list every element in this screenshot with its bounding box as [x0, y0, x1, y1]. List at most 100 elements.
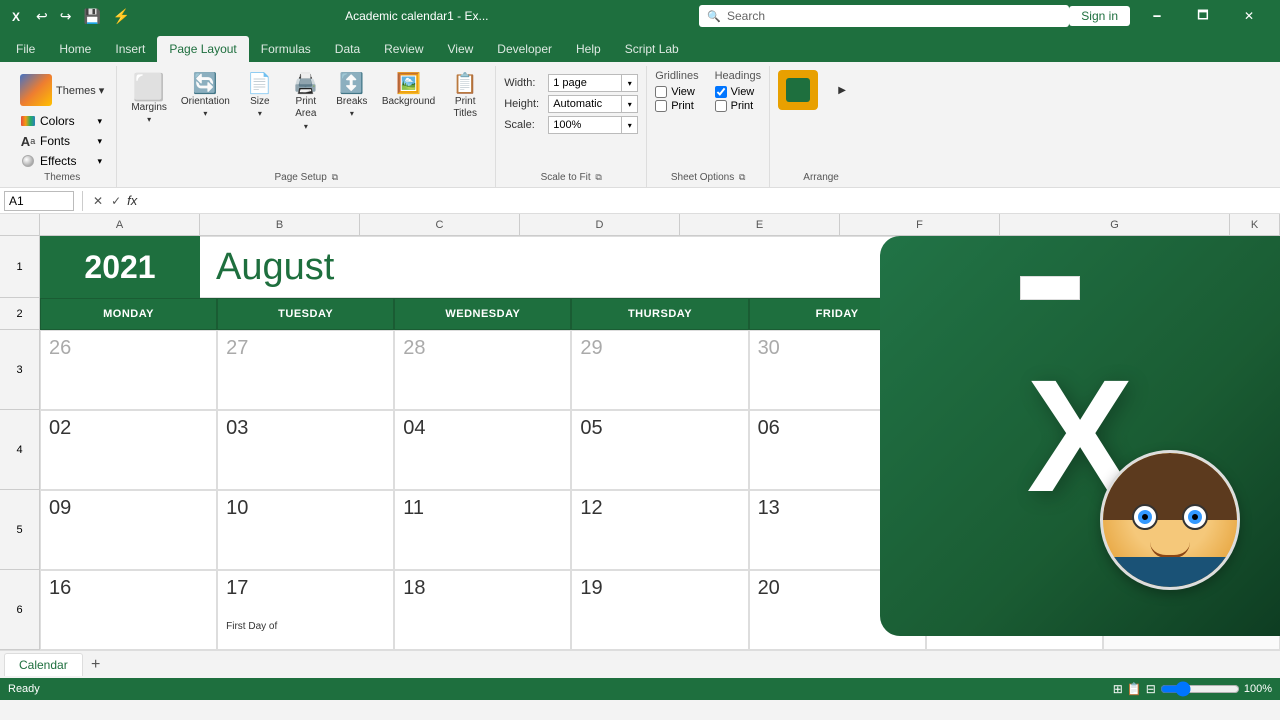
status-view-normal[interactable]: ⊞ [1113, 682, 1123, 696]
right-pupil [1188, 510, 1202, 524]
tab-help[interactable]: Help [564, 36, 613, 62]
tab-file[interactable]: File [4, 36, 47, 62]
name-box[interactable] [4, 191, 74, 211]
search-bar[interactable]: 🔍 Search [699, 5, 1069, 27]
effects-button[interactable]: Effects ▾ [16, 152, 106, 170]
add-sheet-button[interactable]: + [85, 654, 107, 676]
themes-button[interactable]: Themes ▾ [16, 70, 108, 110]
formula-bar-separator [82, 191, 83, 211]
status-view-pagebreak[interactable]: ⊟ [1146, 682, 1156, 696]
dow-tuesday: TUESDAY [217, 298, 394, 330]
size-button[interactable]: 📄 Size ▾ [238, 70, 282, 122]
day-17[interactable]: 17 First Day of [217, 570, 394, 650]
page-setup-expand[interactable]: ⧉ [332, 172, 338, 182]
sheet-tab-calendar[interactable]: Calendar [4, 653, 83, 676]
status-bar: Ready ⊞ 📋 ⊟ 100% [0, 678, 1280, 700]
tab-home[interactable]: Home [47, 36, 103, 62]
gridlines-print-checkbox[interactable] [655, 100, 667, 112]
save-quick-button[interactable]: 💾 [79, 6, 104, 27]
undo-button[interactable]: ↩ [32, 6, 52, 27]
gridlines-view-row: View [655, 86, 698, 98]
gridlines-view-checkbox[interactable] [655, 86, 667, 98]
day-29[interactable]: 29 [571, 330, 748, 410]
height-dropdown-arrow[interactable]: ▾ [621, 96, 637, 112]
day-05[interactable]: 05 [571, 410, 748, 490]
color-rect-overlay [1020, 276, 1080, 300]
sheet-opts-expand[interactable]: ⧉ [739, 172, 745, 182]
spreadsheet-area: 1 2 3 4 5 6 2021 August MONDAY TUESDAY W… [0, 236, 1280, 650]
page-setup-content: ⬜ Margins ▾ 🔄 Orientation ▾ 📄 Size ▾ 🖨️ … [125, 66, 487, 170]
day-09[interactable]: 09 [40, 490, 217, 570]
arrange-content: ▶ [778, 66, 864, 170]
cancel-formula-button[interactable]: ✕ [91, 192, 105, 210]
day-04[interactable]: 04 [394, 410, 571, 490]
height-dropdown[interactable]: Automatic ▾ [548, 95, 638, 113]
avatar-overlay [1100, 450, 1240, 590]
orientation-button[interactable]: 🔄 Orientation ▾ [175, 70, 236, 122]
day-10[interactable]: 10 [217, 490, 394, 570]
headings-view-checkbox[interactable] [715, 86, 727, 98]
scale-dropdown-arrow[interactable]: ▾ [621, 117, 637, 133]
tab-review[interactable]: Review [372, 36, 435, 62]
minimize-button[interactable]: 🗕 [1134, 0, 1180, 32]
breaks-button[interactable]: ↕️ Breaks ▾ [330, 70, 374, 122]
search-placeholder: Search [727, 9, 765, 23]
confirm-formula-button[interactable]: ✓ [109, 192, 123, 210]
autosave-button[interactable]: ⚡ [109, 6, 134, 27]
day-11[interactable]: 11 [394, 490, 571, 570]
close-button[interactable]: ✕ [1226, 0, 1272, 32]
print-titles-button[interactable]: 📋 PrintTitles [443, 70, 487, 124]
background-button[interactable]: 🖼️ Background [376, 70, 441, 111]
effects-icon [20, 154, 36, 168]
formula-bar: ✕ ✓ fx [0, 188, 1280, 214]
print-area-button[interactable]: 🖨️ PrintArea ▾ [284, 70, 328, 135]
headings-print-checkbox[interactable] [715, 100, 727, 112]
tab-page-layout[interactable]: Page Layout [157, 36, 248, 62]
day-12[interactable]: 12 [571, 490, 748, 570]
formula-input[interactable] [141, 194, 1276, 208]
row-num-1: 1 [0, 236, 39, 298]
day-28[interactable]: 28 [394, 330, 571, 410]
tab-insert[interactable]: Insert [103, 36, 157, 62]
redo-button[interactable]: ↪ [56, 6, 76, 27]
dow-thursday: THURSDAY [571, 298, 748, 330]
tab-developer[interactable]: Developer [485, 36, 564, 62]
scale-expand[interactable]: ⧉ [595, 172, 601, 182]
headings-view-row: View [715, 86, 761, 98]
fonts-button[interactable]: A a Fonts ▾ [16, 132, 106, 150]
day-26[interactable]: 26 [40, 330, 217, 410]
tab-formulas[interactable]: Formulas [249, 36, 323, 62]
headings-col: Headings View Print [715, 70, 761, 112]
day-16[interactable]: 16 [40, 570, 217, 650]
day-18[interactable]: 18 [394, 570, 571, 650]
width-dropdown[interactable]: 1 page ▾ [548, 74, 638, 92]
fonts-icon: A a [20, 134, 36, 148]
title-bar: X ↩ ↪ 💾 ⚡ Academic calendar1 - Ex... 🔍 S… [0, 0, 1280, 32]
calendar-content: 2021 August MONDAY TUESDAY WEDNESDAY THU… [40, 236, 1280, 650]
day-19[interactable]: 19 [571, 570, 748, 650]
event-17: First Day of [226, 620, 385, 633]
themes-content: Themes ▾ Colors ▾ A a Fonts ▾ [16, 66, 108, 170]
ribbon-tabs: File Home Insert Page Layout Formulas Da… [0, 32, 1280, 62]
tab-view[interactable]: View [436, 36, 486, 62]
tab-script-lab[interactable]: Script Lab [613, 36, 691, 62]
margins-button[interactable]: ⬜ Margins ▾ [125, 70, 173, 128]
status-view-layout[interactable]: 📋 [1127, 682, 1142, 696]
row-num-5: 5 [0, 490, 39, 570]
col-header-k: K [1230, 214, 1280, 235]
arrange-btn[interactable]: ▶ [820, 70, 864, 110]
restore-button[interactable]: 🗖 [1180, 0, 1226, 32]
zoom-slider[interactable] [1160, 681, 1240, 697]
arrange-label: Arrange [803, 170, 839, 187]
sheet-options-label: Sheet Options ⧉ [671, 170, 746, 187]
col-header-c: C [360, 214, 520, 235]
day-02[interactable]: 02 [40, 410, 217, 490]
day-27[interactable]: 27 [217, 330, 394, 410]
scale-input[interactable]: 100% ▾ [548, 116, 638, 134]
height-row: Height: Automatic ▾ [504, 95, 638, 113]
signin-button[interactable]: Sign in [1069, 6, 1130, 26]
day-03[interactable]: 03 [217, 410, 394, 490]
colors-button[interactable]: Colors ▾ [16, 112, 106, 130]
tab-data[interactable]: Data [323, 36, 372, 62]
width-dropdown-arrow[interactable]: ▾ [621, 75, 637, 91]
